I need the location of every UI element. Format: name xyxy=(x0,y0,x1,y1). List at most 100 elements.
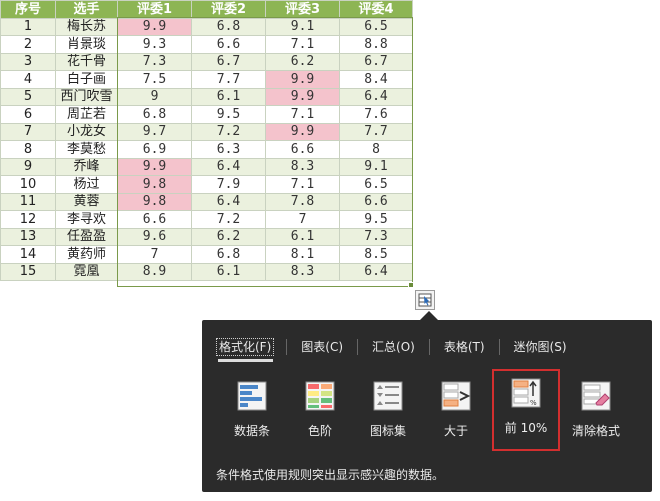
score-cell[interactable]: 6.7 xyxy=(339,52,413,71)
score-cell[interactable]: 9.9 xyxy=(265,87,340,106)
index-cell[interactable]: 3 xyxy=(0,52,56,71)
score-cell[interactable]: 7.2 xyxy=(191,210,266,229)
name-cell[interactable]: 西门吹雪 xyxy=(55,87,118,106)
score-cell[interactable]: 6.1 xyxy=(191,262,266,281)
name-cell[interactable]: 梅长苏 xyxy=(55,17,118,36)
score-cell[interactable]: 7.5 xyxy=(117,70,192,89)
score-cell[interactable]: 8.1 xyxy=(265,245,340,264)
score-cell[interactable]: 9.1 xyxy=(339,157,413,176)
score-cell[interactable]: 9.1 xyxy=(265,17,340,36)
score-cell[interactable]: 7.1 xyxy=(265,35,340,54)
score-cell[interactable]: 9.9 xyxy=(117,157,192,176)
index-cell[interactable]: 6 xyxy=(0,105,56,124)
score-cell[interactable]: 6.2 xyxy=(265,52,340,71)
index-cell[interactable]: 15 xyxy=(0,262,56,281)
greater-than-button[interactable]: 大于 xyxy=(424,372,488,448)
score-cell[interactable]: 8.3 xyxy=(265,157,340,176)
score-cell[interactable]: 9.3 xyxy=(117,35,192,54)
name-cell[interactable]: 任盈盈 xyxy=(55,227,118,246)
tab-totals[interactable]: 汇总(O) xyxy=(370,339,417,355)
name-cell[interactable]: 杨过 xyxy=(55,175,118,194)
score-cell[interactable]: 6.8 xyxy=(191,245,266,264)
score-cell[interactable]: 8.4 xyxy=(339,70,413,89)
index-cell[interactable]: 7 xyxy=(0,122,56,141)
score-cell[interactable]: 8 xyxy=(339,140,413,159)
score-cell[interactable]: 9.6 xyxy=(117,227,192,246)
score-cell[interactable]: 6.9 xyxy=(117,140,192,159)
score-cell[interactable]: 7.7 xyxy=(339,122,413,141)
score-cell[interactable]: 6.4 xyxy=(339,262,413,281)
score-cell[interactable]: 9.8 xyxy=(117,175,192,194)
score-cell[interactable]: 7 xyxy=(265,210,340,229)
name-cell[interactable]: 李寻欢 xyxy=(55,210,118,229)
score-cell[interactable]: 6.6 xyxy=(191,35,266,54)
score-cell[interactable]: 7.2 xyxy=(191,122,266,141)
score-cell[interactable]: 9.9 xyxy=(265,122,340,141)
tab-charts[interactable]: 图表(C) xyxy=(299,339,345,355)
score-cell[interactable]: 6.6 xyxy=(265,140,340,159)
index-cell[interactable]: 9 xyxy=(0,157,56,176)
name-cell[interactable]: 李莫愁 xyxy=(55,140,118,159)
index-cell[interactable]: 10 xyxy=(0,175,56,194)
quick-analysis-button[interactable] xyxy=(415,290,435,310)
index-cell[interactable]: 4 xyxy=(0,70,56,89)
score-cell[interactable]: 6.5 xyxy=(339,175,413,194)
header-judge3[interactable]: 评委3 xyxy=(265,0,340,19)
score-cell[interactable]: 9.5 xyxy=(339,210,413,229)
score-cell[interactable]: 9.5 xyxy=(191,105,266,124)
score-cell[interactable]: 9.9 xyxy=(265,70,340,89)
name-cell[interactable]: 乔峰 xyxy=(55,157,118,176)
score-cell[interactable]: 9.8 xyxy=(117,192,192,211)
score-table[interactable]: 序号 选手 评委1 评委2 评委3 评委4 1 梅长苏 9.9 6.8 9.1 6.5 2 肖… xyxy=(0,0,413,281)
index-cell[interactable]: 13 xyxy=(0,227,56,246)
score-cell[interactable]: 6.5 xyxy=(339,17,413,36)
score-cell[interactable]: 9.7 xyxy=(117,122,192,141)
score-cell[interactable]: 6.3 xyxy=(191,140,266,159)
score-cell[interactable]: 6.4 xyxy=(191,192,266,211)
score-cell[interactable]: 6.7 xyxy=(191,52,266,71)
tab-formatting[interactable]: 格式化(F) xyxy=(216,338,275,356)
header-contestant[interactable]: 选手 xyxy=(55,0,118,19)
index-cell[interactable]: 11 xyxy=(0,192,56,211)
score-cell[interactable]: 6.8 xyxy=(117,105,192,124)
header-judge4[interactable]: 评委4 xyxy=(339,0,413,19)
score-cell[interactable]: 6.4 xyxy=(191,157,266,176)
header-judge1[interactable]: 评委1 xyxy=(117,0,192,19)
score-cell[interactable]: 8.3 xyxy=(265,262,340,281)
score-cell[interactable]: 8.9 xyxy=(117,262,192,281)
score-cell[interactable]: 6.2 xyxy=(191,227,266,246)
score-cell[interactable]: 6.4 xyxy=(339,87,413,106)
score-cell[interactable]: 7.6 xyxy=(339,105,413,124)
index-cell[interactable]: 14 xyxy=(0,245,56,264)
score-cell[interactable]: 7.7 xyxy=(191,70,266,89)
score-cell[interactable]: 6.1 xyxy=(265,227,340,246)
name-cell[interactable]: 黄药师 xyxy=(55,245,118,264)
score-cell[interactable]: 7.3 xyxy=(339,227,413,246)
index-cell[interactable]: 1 xyxy=(0,17,56,36)
score-cell[interactable]: 6.8 xyxy=(191,17,266,36)
score-cell[interactable]: 7.9 xyxy=(191,175,266,194)
name-cell[interactable]: 小龙女 xyxy=(55,122,118,141)
score-cell[interactable]: 8.8 xyxy=(339,35,413,54)
score-cell[interactable]: 6.1 xyxy=(191,87,266,106)
fill-handle[interactable] xyxy=(408,282,414,288)
clear-format-button[interactable]: 清除格式 xyxy=(564,372,628,448)
name-cell[interactable]: 花千骨 xyxy=(55,52,118,71)
score-cell[interactable]: 9 xyxy=(117,87,192,106)
icon-set-button[interactable]: 图标集 xyxy=(356,372,420,448)
name-cell[interactable]: 霓凰 xyxy=(55,262,118,281)
score-cell[interactable]: 9.9 xyxy=(117,17,192,36)
tab-sparklines[interactable]: 迷你图(S) xyxy=(512,339,569,355)
name-cell[interactable]: 周芷若 xyxy=(55,105,118,124)
name-cell[interactable]: 肖景琰 xyxy=(55,35,118,54)
score-cell[interactable]: 7.8 xyxy=(265,192,340,211)
score-cell[interactable]: 7.1 xyxy=(265,105,340,124)
score-cell[interactable]: 6.6 xyxy=(117,210,192,229)
score-cell[interactable]: 7.3 xyxy=(117,52,192,71)
index-cell[interactable]: 8 xyxy=(0,140,56,159)
score-cell[interactable]: 8.5 xyxy=(339,245,413,264)
header-index[interactable]: 序号 xyxy=(0,0,56,19)
data-bars-button[interactable]: 数据条 xyxy=(220,372,284,448)
index-cell[interactable]: 12 xyxy=(0,210,56,229)
score-cell[interactable]: 6.6 xyxy=(339,192,413,211)
